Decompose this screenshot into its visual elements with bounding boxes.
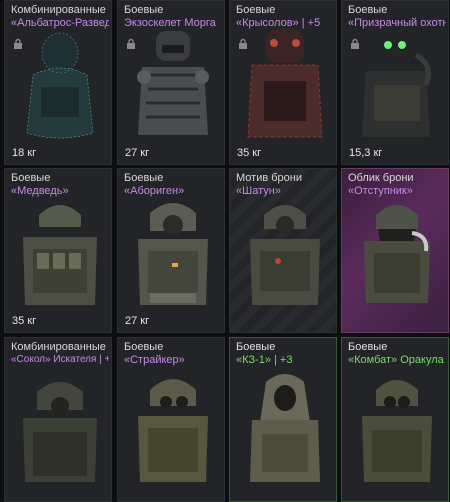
- card-category: Боевые: [348, 4, 388, 16]
- armor-image: [23, 205, 97, 305]
- armor-image: [364, 205, 430, 303]
- armor-card-kombat[interactable]: Боевые «Комбат» Оракула: [341, 337, 449, 502]
- armor-image: [138, 203, 208, 305]
- card-category: Боевые: [11, 172, 51, 184]
- card-category: Боевые: [236, 341, 276, 353]
- armor-card-striker[interactable]: Боевые «Страйкер»: [117, 337, 225, 502]
- card-category: Боевые: [124, 172, 164, 184]
- card-weight: 35 кг: [12, 315, 37, 327]
- armor-card-medved[interactable]: Боевые «Медведь» 35 кг: [4, 168, 112, 333]
- card-category: Мотив брони: [236, 172, 302, 184]
- armor-card-morg-exoskeleton[interactable]: Боевые Экзоскелет Морга 27 кг: [117, 0, 225, 165]
- armor-card-ghost-hunter[interactable]: Боевые «Призрачный охотник» 15,3 кг: [341, 0, 449, 165]
- armor-card-krysolov[interactable]: Боевые «Крысолов» | +5 35 кг: [229, 0, 337, 165]
- armor-image: [137, 31, 209, 135]
- armor-image: [138, 379, 208, 482]
- armor-card-otstupnik[interactable]: Облик брони «Отступник»: [341, 168, 449, 333]
- armor-image: [26, 32, 94, 139]
- card-weight: 35 кг: [237, 147, 262, 159]
- card-category: Облик брони: [348, 172, 414, 184]
- card-category: Боевые: [124, 341, 164, 353]
- card-category: Боевые: [236, 4, 276, 16]
- armor-image: [247, 29, 323, 138]
- card-weight: 27 кг: [125, 315, 150, 327]
- armor-image: [250, 374, 320, 482]
- card-weight: 18 кг: [12, 147, 37, 159]
- armor-card-shatun[interactable]: Мотив брони «Шатун»: [229, 168, 337, 333]
- card-category: Комбинированные: [11, 4, 106, 16]
- armor-card-sokol[interactable]: Комбинированные «Сокол» Искателя | +4: [4, 337, 112, 502]
- card-weight: 27 кг: [125, 147, 150, 159]
- armor-image: [250, 205, 320, 305]
- card-weight: 15,3 кг: [349, 147, 383, 159]
- armor-card-albatros[interactable]: Комбинированные «Альбатрос-Разведчик» 18…: [4, 0, 112, 165]
- armor-image: [362, 380, 432, 482]
- armor-grid: Комбинированные «Альбатрос-Разведчик» 18…: [0, 0, 450, 502]
- armor-image: [362, 29, 431, 137]
- armor-image: [23, 382, 97, 482]
- card-category: Боевые: [124, 4, 164, 16]
- card-category: Боевые: [348, 341, 388, 353]
- armor-card-kz1[interactable]: Боевые «КЗ-1» | +3: [229, 337, 337, 502]
- armor-card-aborigen[interactable]: Боевые «Абориген» 27 кг: [117, 168, 225, 333]
- card-category: Комбинированные: [11, 341, 106, 353]
